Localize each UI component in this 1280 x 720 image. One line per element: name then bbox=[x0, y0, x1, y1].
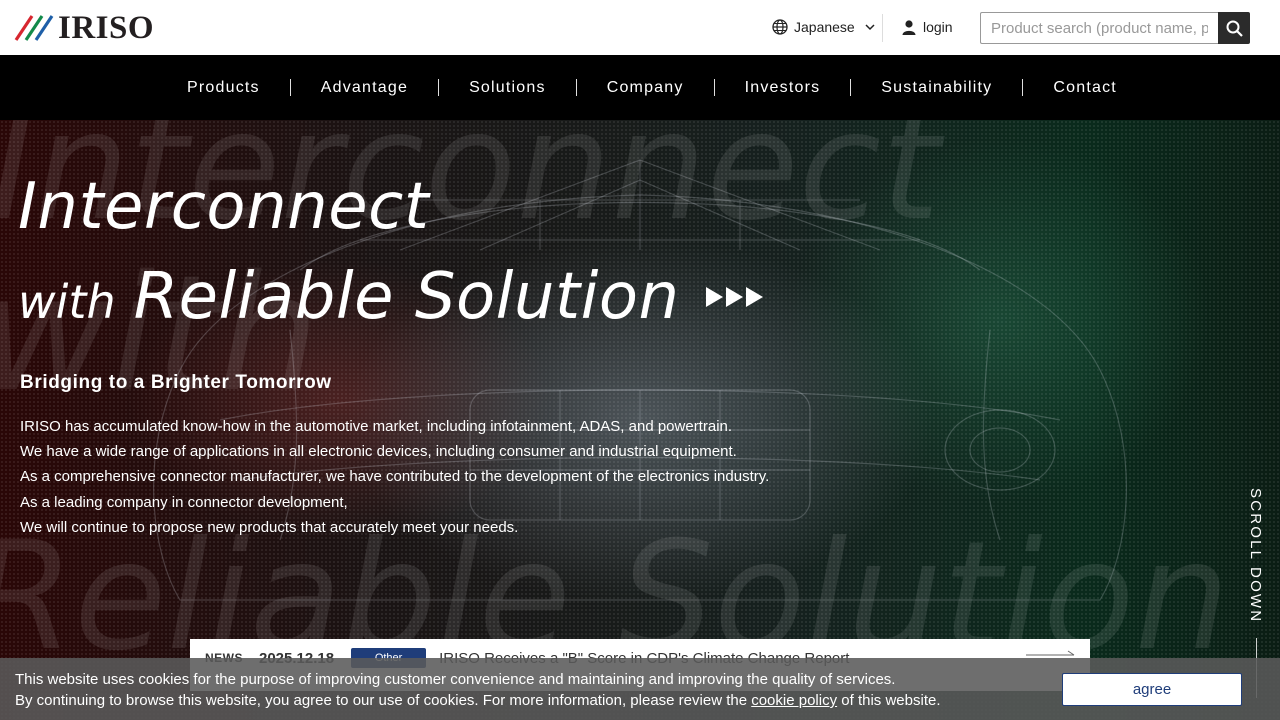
nav-item-company[interactable]: Company bbox=[577, 79, 714, 97]
login-link[interactable]: login bbox=[902, 19, 953, 35]
language-label: Japanese bbox=[794, 19, 855, 35]
cookie-line1: This website uses cookies for the purpos… bbox=[15, 671, 896, 688]
scroll-down-label: SCROLL DOWN bbox=[1247, 488, 1264, 624]
hero-title-with: with bbox=[18, 275, 116, 329]
logo-stripes-icon bbox=[14, 15, 54, 41]
hero-section: Interconnect with Reliable Solution Inte… bbox=[0, 120, 1280, 720]
triple-arrow-icon bbox=[705, 287, 763, 307]
logo-text: IRISO bbox=[58, 10, 155, 46]
hero-description-line: We have a wide range of applications in … bbox=[20, 443, 737, 461]
hero-title-reliable-solution: Reliable Solution bbox=[133, 260, 680, 334]
iriso-logo[interactable]: IRISO bbox=[14, 10, 155, 46]
hero-description-line: As a comprehensive connector manufacture… bbox=[20, 468, 770, 486]
cookie-line2-text: By continuing to browse this website, yo… bbox=[15, 692, 752, 709]
search-button[interactable] bbox=[1218, 12, 1250, 44]
nav-item-advantage[interactable]: Advantage bbox=[291, 79, 438, 97]
site-header: IRISO Japanese login bbox=[0, 0, 1280, 55]
main-nav: Products Advantage Solutions Company Inv… bbox=[0, 55, 1280, 120]
hero-description-line: As a leading company in connector develo… bbox=[20, 493, 348, 511]
hero-title-line2: with Reliable Solution bbox=[18, 260, 763, 334]
cookie-banner: This website uses cookies for the purpos… bbox=[0, 658, 1280, 720]
cookie-policy-link[interactable]: cookie policy bbox=[751, 692, 837, 709]
chevron-down-icon bbox=[865, 24, 875, 31]
hero-description-line: IRISO has accumulated know-how in the au… bbox=[20, 418, 733, 435]
hero-description: IRISO has accumulated know-how in the au… bbox=[20, 414, 769, 540]
search-icon bbox=[1226, 20, 1243, 37]
cookie-line2: By continuing to browse this website, yo… bbox=[15, 690, 941, 711]
nav-item-investors[interactable]: Investors bbox=[715, 79, 851, 97]
hero-description-line: We will continue to propose new products… bbox=[20, 518, 519, 536]
header-divider bbox=[882, 14, 883, 42]
user-icon bbox=[902, 19, 916, 35]
nav-item-solutions[interactable]: Solutions bbox=[439, 79, 576, 97]
nav-item-sustainability[interactable]: Sustainability bbox=[851, 79, 1022, 97]
nav-list: Products Advantage Solutions Company Inv… bbox=[157, 55, 1147, 120]
login-label: login bbox=[923, 19, 953, 35]
language-selector[interactable]: Japanese bbox=[772, 19, 875, 35]
cookie-message: This website uses cookies for the purpos… bbox=[15, 669, 941, 711]
globe-icon bbox=[772, 19, 788, 35]
product-search bbox=[980, 12, 1250, 44]
agree-button[interactable]: agree bbox=[1062, 673, 1242, 706]
hero-tagline: Bridging to a Brighter Tomorrow bbox=[20, 372, 332, 393]
search-input[interactable] bbox=[980, 12, 1218, 44]
nav-item-contact[interactable]: Contact bbox=[1023, 79, 1147, 97]
hero-title-line1: Interconnect bbox=[18, 170, 430, 244]
cookie-line2-end: of this website. bbox=[837, 692, 941, 709]
nav-item-products[interactable]: Products bbox=[157, 79, 290, 97]
